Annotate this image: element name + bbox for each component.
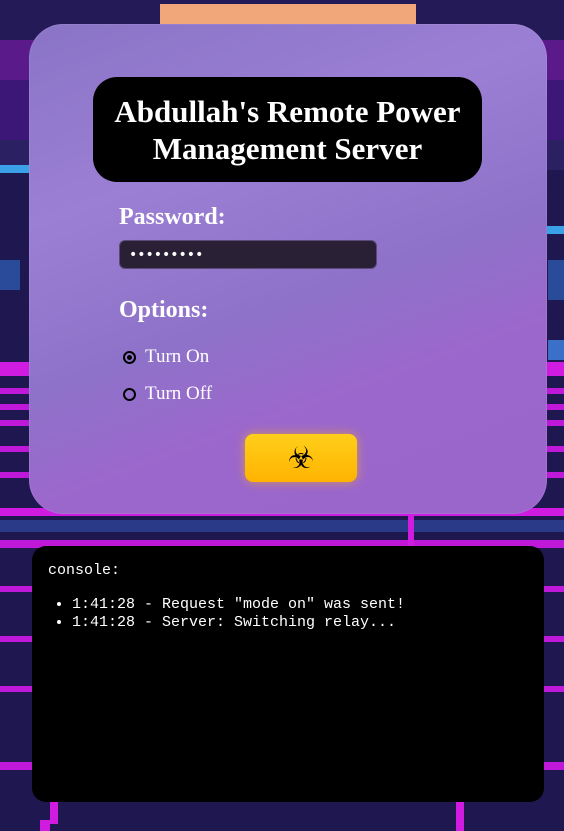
console-panel: console: 1:41:28 - Request "mode on" was… — [32, 546, 544, 802]
option-turn-off-label: Turn Off — [145, 383, 213, 404]
top-tab-decoration — [160, 4, 416, 26]
control-card: Abdullah's Remote Power Management Serve… — [29, 24, 547, 514]
console-line: 1:41:28 - Request "mode on" was sent! — [72, 596, 528, 614]
page-title: Abdullah's Remote Power Management Serve… — [93, 77, 482, 182]
biohazard-icon: ☣ — [287, 440, 315, 476]
password-field[interactable] — [119, 240, 377, 269]
submit-button[interactable]: ☣ — [245, 434, 357, 482]
console-line: 1:41:28 - Server: Switching relay... — [72, 614, 528, 632]
option-turn-on-label: Turn On — [145, 346, 210, 367]
console-title: console: — [48, 562, 121, 579]
radio-turn-on[interactable] — [123, 350, 136, 364]
option-turn-off[interactable]: Turn Off — [123, 383, 212, 405]
options-label: Options: — [119, 297, 209, 323]
radio-turn-off[interactable] — [123, 387, 136, 401]
password-label: Password: — [119, 204, 226, 230]
option-turn-on[interactable]: Turn On — [123, 346, 209, 368]
console-log: 1:41:28 - Request "mode on" was sent! 1:… — [48, 596, 528, 632]
